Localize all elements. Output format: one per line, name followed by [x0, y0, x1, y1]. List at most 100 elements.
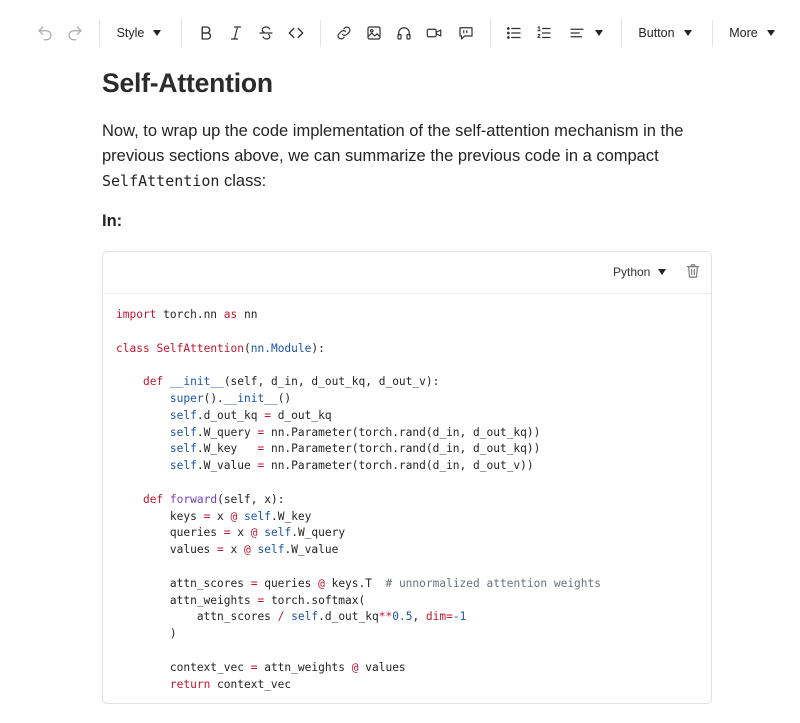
- code-line: def __init__(self, d_in, d_out_kq, d_out…: [116, 374, 601, 391]
- code-line: attn_weights = torch.softmax(: [116, 593, 601, 610]
- toolbar-divider: [99, 20, 100, 47]
- code-token: return: [169, 677, 211, 691]
- align-icon: [569, 28, 584, 38]
- style-dropdown[interactable]: Style: [113, 19, 165, 47]
- code-token: self: [257, 543, 285, 557]
- code-token: queries: [116, 526, 224, 540]
- toolbar-divider: [621, 20, 622, 47]
- code-token: forward: [169, 492, 218, 506]
- code-token: ,: [412, 610, 426, 624]
- code-token: keys.T: [324, 576, 386, 590]
- code-token: context_vec: [210, 677, 292, 691]
- more-dropdown[interactable]: More: [728, 19, 776, 47]
- article-paragraph[interactable]: Now, to wrap up the code implementation …: [102, 119, 702, 194]
- code-token: (self, x):: [217, 492, 285, 506]
- code-token: @: [244, 543, 251, 557]
- code-token: =: [264, 408, 271, 422]
- code-token: torch.softmax(: [264, 593, 366, 607]
- code-line: return context_vec: [116, 677, 601, 694]
- code-token: nn.Module: [250, 341, 312, 355]
- code-token: # unnormalized attention weights: [385, 576, 602, 590]
- code-line: self.W_query = nn.Parameter(torch.rand(d…: [116, 425, 601, 442]
- code-line: class SelfAttention(nn.Module):: [116, 341, 601, 358]
- code-token: as: [223, 308, 238, 321]
- caret-down-icon: [766, 30, 775, 36]
- code-content[interactable]: import torch.nn as nn class SelfAttention…: [116, 307, 601, 693]
- code-token: attn_scores: [116, 610, 278, 624]
- input-label[interactable]: In:: [102, 212, 122, 231]
- code-token: @: [250, 526, 258, 540]
- image-icon[interactable]: [363, 19, 385, 47]
- bullet-list-icon[interactable]: [503, 19, 525, 47]
- code-line: queries = x @ self.W_query: [116, 525, 601, 542]
- strikethrough-icon[interactable]: [255, 19, 277, 47]
- code-token: attn_weights: [257, 660, 352, 674]
- code-token: .W_key: [270, 509, 312, 523]
- link-icon[interactable]: [333, 19, 355, 47]
- code-token: context_vec: [116, 660, 251, 674]
- code-line: def forward(self, x):: [116, 492, 601, 509]
- code-token: .W_query: [291, 526, 346, 540]
- article-heading[interactable]: Self-Attention: [102, 68, 273, 99]
- code-line: import torch.nn as nn: [116, 307, 601, 324]
- italic-icon[interactable]: [225, 19, 247, 47]
- numbered-list-icon[interactable]: [533, 19, 555, 47]
- code-token: ().: [203, 391, 224, 405]
- redo-icon[interactable]: [64, 19, 86, 47]
- code-block-header: Python: [103, 252, 711, 294]
- code-line: context_vec = attn_weights @ values: [116, 660, 601, 677]
- align-dropdown[interactable]: [565, 19, 605, 47]
- code-token: self: [244, 509, 271, 523]
- bold-icon[interactable]: [195, 19, 217, 47]
- code-token: d_out_kq: [270, 408, 332, 422]
- button-dropdown[interactable]: Button: [637, 19, 693, 47]
- code-icon[interactable]: [285, 19, 307, 47]
- code-token: queries: [257, 576, 319, 590]
- code-token: .d_out_kq: [318, 610, 379, 624]
- code-token: values: [358, 660, 406, 674]
- style-dropdown-label: Style: [116, 26, 145, 40]
- quote-icon[interactable]: [455, 19, 477, 47]
- language-label: Python: [613, 265, 651, 279]
- inline-code: SelfAttention: [102, 172, 220, 190]
- code-line: self.W_key = nn.Parameter(torch.rand(d_i…: [116, 441, 601, 458]
- undo-icon[interactable]: [34, 19, 56, 47]
- code-token: nn.Parameter(torch.rand(d_in, d_out_kq)): [264, 442, 541, 456]
- code-token: =: [223, 526, 231, 540]
- video-icon[interactable]: [423, 19, 445, 47]
- trash-icon[interactable]: [686, 263, 700, 284]
- code-token: @: [351, 660, 359, 674]
- code-token: def: [142, 492, 164, 506]
- code-line: self.d_out_kq = d_out_kq: [116, 408, 601, 425]
- code-token: self: [291, 610, 319, 624]
- code-block[interactable]: Python import torch.nn as nn class SelfAt…: [102, 251, 712, 704]
- code-token: .W_query: [196, 425, 258, 439]
- code-token: self: [169, 442, 197, 456]
- language-selector[interactable]: Python: [613, 265, 667, 279]
- code-token: dim: [425, 610, 447, 624]
- toolbar-divider: [712, 20, 713, 47]
- code-token: attn_weights: [116, 593, 258, 607]
- audio-icon[interactable]: [393, 19, 415, 47]
- toolbar-divider: [490, 20, 491, 47]
- code-token: @: [318, 576, 325, 590]
- code-token: =: [217, 543, 224, 557]
- code-token: nn.Parameter(torch.rand(d_in, d_out_kq)): [264, 425, 541, 439]
- code-token: nn: [237, 308, 258, 321]
- code-token: -1: [452, 610, 467, 624]
- more-dropdown-label: More: [729, 26, 758, 40]
- code-token: SelfAttention: [156, 341, 244, 355]
- code-token: (self, d_in, d_out_kq, d_out_v):: [223, 375, 440, 389]
- code-token: nn.Parameter(torch.rand(d_in, d_out_v)): [264, 459, 534, 473]
- code-token: .d_out_kq: [196, 408, 265, 422]
- code-line: values = x @ self.W_value: [116, 542, 601, 559]
